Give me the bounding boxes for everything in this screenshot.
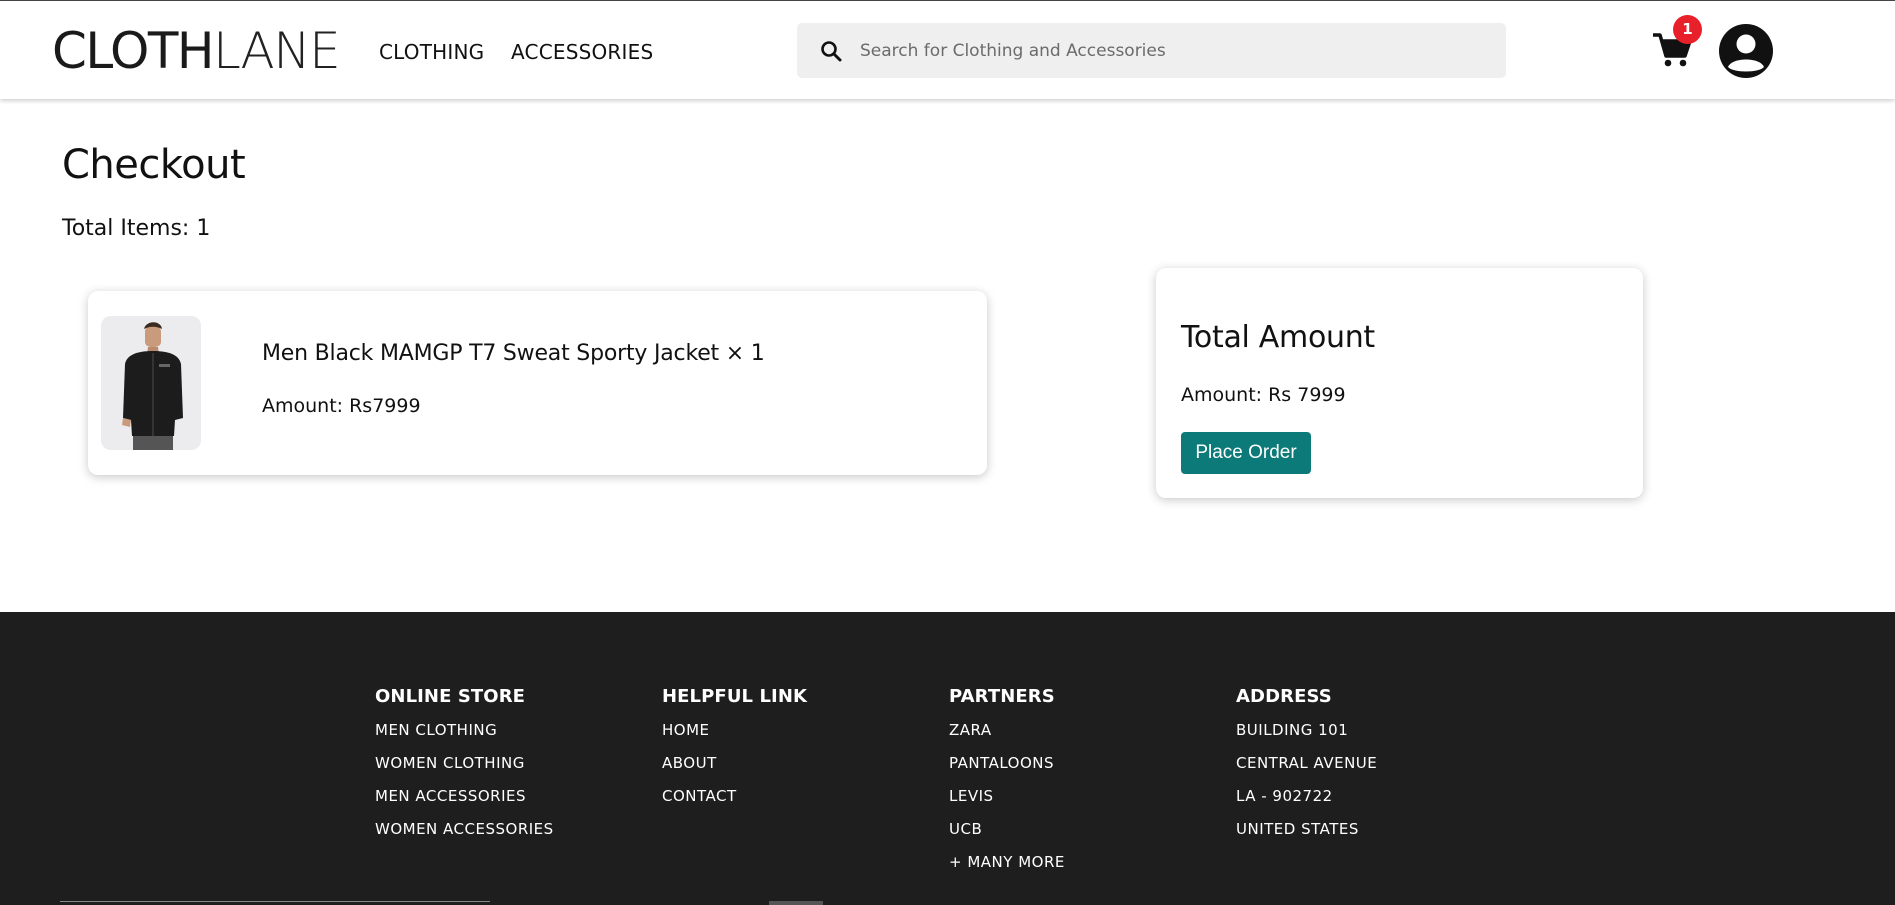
footer-heading: ONLINE STORE <box>375 686 526 707</box>
product-name[interactable]: Men Black MAMGP T7 Sweat Sporty Jacket ×… <box>262 341 765 366</box>
footer-heading: PARTNERS <box>949 686 1055 707</box>
summary-amount: Amount: Rs 7999 <box>1181 384 1346 406</box>
footer-address: ADDRESS BUILDING 101 CENTRAL AVENUE LA -… <box>1236 686 1377 853</box>
search-icon[interactable] <box>819 39 843 63</box>
product-image[interactable] <box>101 316 201 450</box>
address-line: UNITED STATES <box>1236 820 1359 838</box>
address-line: CENTRAL AVENUE <box>1236 754 1378 772</box>
page-title: Checkout <box>62 142 246 188</box>
site-footer: ONLINE STORE MEN CLOTHING WOMEN CLOTHING… <box>0 612 1895 905</box>
footer-link-levis[interactable]: LEVIS <box>949 787 1065 820</box>
footer-online-store: ONLINE STORE MEN CLOTHING WOMEN CLOTHING… <box>375 686 554 853</box>
footer-link-about[interactable]: ABOUT <box>662 754 807 787</box>
footer-heading: ADDRESS <box>1236 686 1332 707</box>
nav-clothing-link[interactable]: CLOTHING <box>379 40 484 64</box>
place-order-button[interactable]: Place Order <box>1181 432 1311 474</box>
brand-logo[interactable]: CLOTHLANE <box>52 23 341 79</box>
cart-count-badge: 1 <box>1673 15 1702 44</box>
total-items-count: Total Items: 1 <box>62 216 211 241</box>
nav-accessories-link[interactable]: ACCESSORIES <box>511 40 653 64</box>
newsletter-button-edge[interactable] <box>769 901 823 905</box>
address-line: LA - 902722 <box>1236 787 1333 805</box>
footer-link-contact[interactable]: CONTACT <box>662 787 807 820</box>
footer-link-zara[interactable]: ZARA <box>949 721 1065 754</box>
footer-link-men-accessories[interactable]: MEN ACCESSORIES <box>375 787 554 820</box>
footer-link-pantaloons[interactable]: PANTALOONS <box>949 754 1065 787</box>
top-header: CLOTHLANE CLOTHING ACCESSORIES 1 <box>0 0 1895 99</box>
footer-link-women-clothing[interactable]: WOMEN CLOTHING <box>375 754 554 787</box>
user-avatar-icon[interactable] <box>1718 23 1774 79</box>
newsletter-input-edge[interactable] <box>60 901 490 902</box>
footer-partners: PARTNERS ZARA PANTALOONS LEVIS UCB + MAN… <box>949 686 1065 886</box>
address-line: BUILDING 101 <box>1236 721 1349 739</box>
footer-link-home[interactable]: HOME <box>662 721 807 754</box>
cart-item-card: Men Black MAMGP T7 Sweat Sporty Jacket ×… <box>88 291 987 475</box>
footer-link-women-accessories[interactable]: WOMEN ACCESSORIES <box>375 820 554 853</box>
search-input[interactable] <box>860 23 1480 78</box>
footer-helpful-link: HELPFUL LINK HOME ABOUT CONTACT <box>662 686 807 820</box>
footer-link-men-clothing[interactable]: MEN CLOTHING <box>375 721 554 754</box>
footer-link-ucb[interactable]: UCB <box>949 820 1065 853</box>
search-bar <box>797 23 1506 78</box>
footer-link-many-more[interactable]: + MANY MORE <box>949 853 1065 886</box>
order-summary-card: Total Amount Amount: Rs 7999 Place Order <box>1156 268 1643 498</box>
summary-title: Total Amount <box>1181 320 1375 355</box>
product-amount: Amount: Rs7999 <box>262 395 421 417</box>
footer-heading: HELPFUL LINK <box>662 686 808 707</box>
